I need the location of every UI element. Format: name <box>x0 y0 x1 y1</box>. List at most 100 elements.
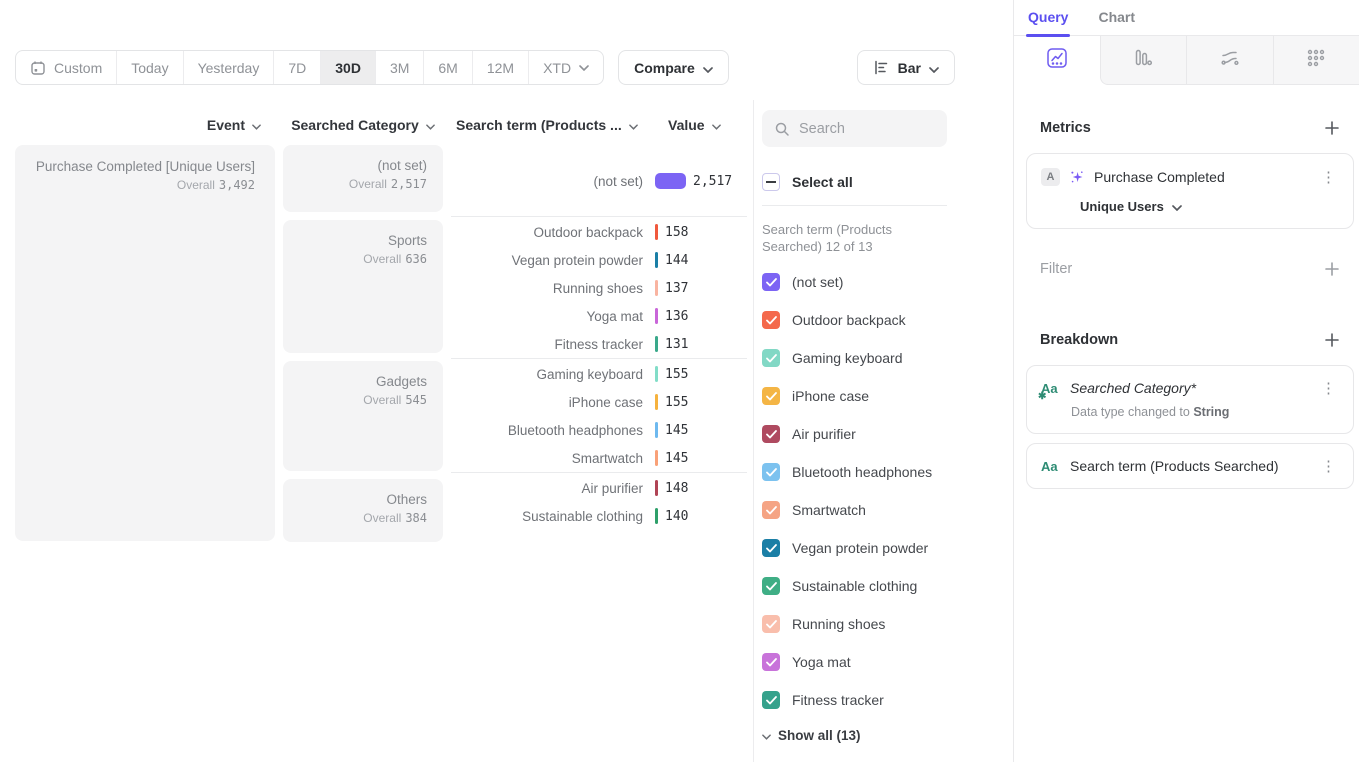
checked-checkbox-icon <box>762 501 780 519</box>
term-label: (not set) <box>451 174 643 189</box>
value-bar <box>655 224 658 240</box>
event-overall-value: 3,492 <box>219 178 255 192</box>
funnel-bars-icon <box>1132 47 1154 74</box>
table-row[interactable]: (not set) 2,517 <box>451 167 747 195</box>
tab-flows[interactable] <box>1186 36 1273 85</box>
table-row[interactable]: Air purifier148 <box>451 474 747 502</box>
date-range-30d[interactable]: 30D <box>320 51 375 84</box>
chart-type-selector[interactable]: Bar <box>857 50 955 85</box>
chevron-down-icon <box>252 117 261 133</box>
tab-insights[interactable] <box>1014 36 1100 85</box>
kebab-menu-icon[interactable]: ⋮ <box>1318 170 1339 185</box>
analytics-app: Custom Today Yesterday 7D 30D 3M 6M 12M … <box>0 0 1359 762</box>
breakdown-card[interactable]: Aa Search term (Products Searched) ⋮ <box>1026 443 1354 489</box>
date-range-yesterday[interactable]: Yesterday <box>183 51 274 84</box>
table-row[interactable]: Fitness tracker131 <box>451 330 747 358</box>
column-header-category[interactable]: Searched Category <box>283 117 443 133</box>
checked-checkbox-icon <box>762 349 780 367</box>
tab-segmentation[interactable] <box>1273 36 1359 85</box>
event-spark-icon <box>1069 169 1085 185</box>
value-bar <box>655 480 658 496</box>
filter-item[interactable]: Vegan protein powder <box>762 529 947 567</box>
event-name: Purchase Completed [Unique Users] <box>25 158 255 176</box>
date-range-12m[interactable]: 12M <box>472 51 528 84</box>
bar-chart-icon <box>873 59 890 76</box>
add-metric-button[interactable] <box>1324 120 1340 136</box>
filter-section-header: Filter <box>1040 261 1340 277</box>
column-header-search-term[interactable]: Search term (Products ... <box>456 117 638 133</box>
filter-item[interactable]: Fitness tracker <box>762 681 947 719</box>
date-range-custom[interactable]: Custom <box>16 51 116 84</box>
table-row[interactable]: Vegan protein powder144 <box>451 246 747 274</box>
search-box[interactable] <box>762 110 947 147</box>
value-bar <box>655 280 658 296</box>
category-cell[interactable]: (not set) Overall2,517 <box>283 145 443 212</box>
table-row[interactable]: Smartwatch145 <box>451 444 747 472</box>
table-row[interactable]: Outdoor backpack158 <box>451 218 747 246</box>
date-range-7d[interactable]: 7D <box>273 51 320 84</box>
value-bar <box>655 336 658 352</box>
date-range-3m[interactable]: 3M <box>375 51 423 84</box>
filter-item[interactable]: iPhone case <box>762 377 947 415</box>
filter-item[interactable]: Air purifier <box>762 415 947 453</box>
measure-selector[interactable]: Unique Users <box>1080 199 1339 214</box>
category-cell[interactable]: Sports Overall636 <box>283 220 443 353</box>
string-property-icon: Aa✱ <box>1041 381 1061 396</box>
flows-icon <box>1219 47 1241 74</box>
filter-item[interactable]: Sustainable clothing <box>762 567 947 605</box>
table-row[interactable]: Bluetooth headphones145 <box>451 416 747 444</box>
breakdown-card[interactable]: Aa✱ Searched Category* ⋮ Data type chang… <box>1026 365 1354 434</box>
date-range-selector: Custom Today Yesterday 7D 30D 3M 6M 12M … <box>15 50 604 85</box>
term-group: Outdoor backpack158 Vegan protein powder… <box>451 216 747 358</box>
show-all-link[interactable]: Show all (13) <box>762 728 947 743</box>
term-group: (not set) 2,517 <box>451 145 747 216</box>
add-breakdown-button[interactable] <box>1324 332 1340 348</box>
tab-query[interactable]: Query <box>1026 9 1070 35</box>
metric-card[interactable]: A Purchase Completed ⋮ Unique Users <box>1026 153 1354 229</box>
column-header-event[interactable]: Event <box>15 117 275 133</box>
panel-divider <box>753 100 754 762</box>
insights-chart-icon <box>1046 47 1068 74</box>
tab-funnels[interactable] <box>1100 36 1187 85</box>
add-filter-button[interactable] <box>1324 261 1340 277</box>
category-cell[interactable]: Others Overall384 <box>283 479 443 542</box>
chart-mode-tabs <box>1014 36 1359 85</box>
select-all-checkbox[interactable]: Select all <box>762 173 947 191</box>
filter-item[interactable]: Running shoes <box>762 605 947 643</box>
kebab-menu-icon[interactable]: ⋮ <box>1318 381 1339 396</box>
chevron-down-icon <box>629 117 638 133</box>
breakdown-property-name: Searched Category* <box>1070 380 1309 396</box>
filter-item[interactable]: Yoga mat <box>762 643 947 681</box>
table-row[interactable]: Running shoes137 <box>451 274 747 302</box>
event-cell[interactable]: Purchase Completed [Unique Users] Overal… <box>15 145 275 541</box>
compare-button[interactable]: Compare <box>618 50 729 85</box>
filter-item[interactable]: Bluetooth headphones <box>762 453 947 491</box>
checked-checkbox-icon <box>762 311 780 329</box>
metrics-section-header: Metrics <box>1040 120 1340 136</box>
filter-list: (not set) Outdoor backpack Gaming keyboa… <box>762 263 947 719</box>
date-range-xtd[interactable]: XTD <box>528 51 603 84</box>
column-header-value[interactable]: Value <box>668 117 721 133</box>
metric-event-name: Purchase Completed <box>1094 169 1309 185</box>
search-input[interactable] <box>799 121 919 137</box>
table-row[interactable]: Sustainable clothing140 <box>451 502 747 530</box>
tab-chart[interactable]: Chart <box>1096 9 1137 35</box>
date-range-6m[interactable]: 6M <box>423 51 471 84</box>
filter-item[interactable]: Smartwatch <box>762 491 947 529</box>
value-bar <box>655 252 658 268</box>
date-range-today[interactable]: Today <box>116 51 182 84</box>
category-cell[interactable]: Gadgets Overall545 <box>283 361 443 471</box>
table-row[interactable]: iPhone case155 <box>451 388 747 416</box>
filter-panel: Select all Search term (Products Searche… <box>762 110 947 743</box>
string-property-icon: Aa <box>1041 459 1061 474</box>
filter-item[interactable]: (not set) <box>762 263 947 301</box>
checked-checkbox-icon <box>762 577 780 595</box>
table-row[interactable]: Yoga mat136 <box>451 302 747 330</box>
filter-item[interactable]: Outdoor backpack <box>762 301 947 339</box>
value-bar <box>655 422 658 438</box>
term-group: Gaming keyboard155 iPhone case155 Blueto… <box>451 358 747 472</box>
filter-item[interactable]: Gaming keyboard <box>762 339 947 377</box>
table-row[interactable]: Gaming keyboard155 <box>451 360 747 388</box>
kebab-menu-icon[interactable]: ⋮ <box>1318 459 1339 474</box>
divider <box>762 205 947 206</box>
